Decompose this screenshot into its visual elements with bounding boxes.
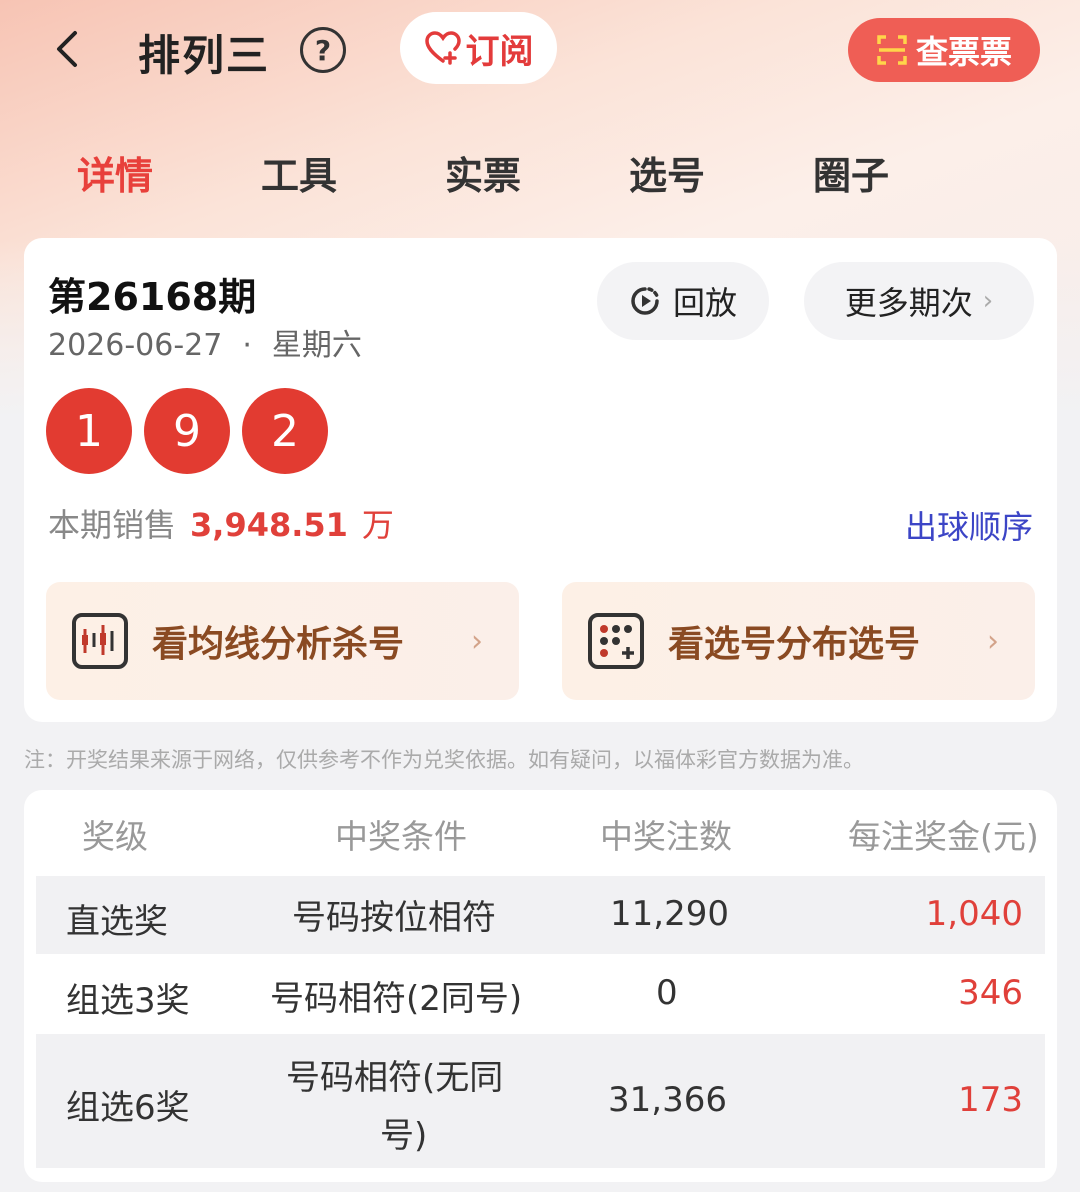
number-ball: 1: [46, 388, 132, 474]
chevron-left-icon: [57, 31, 77, 67]
prize-level: 组选6奖: [66, 1088, 190, 1128]
check-ticket-label: 查票票: [915, 33, 1012, 71]
promo-label: 看选号分布选号: [668, 624, 921, 665]
promo-label: 看均线分析杀号: [152, 624, 405, 665]
prize-level: 组选3奖: [66, 981, 190, 1021]
help-icon[interactable]: ?: [300, 27, 346, 73]
prize-condition: 号码按位相符: [292, 898, 496, 938]
table-row: 直选奖 号码按位相符 11,290 1,040: [36, 876, 1045, 954]
prize-amount: 1,040: [925, 894, 1023, 934]
winning-numbers: 1 9 2: [46, 388, 328, 474]
page-title: 排列三: [138, 31, 271, 80]
sales-unit: 万: [361, 506, 394, 544]
draw-weekday: 星期六: [271, 328, 362, 363]
tab-details[interactable]: 详情: [77, 145, 153, 200]
prize-amount: 173: [958, 1080, 1023, 1120]
back-button[interactable]: [44, 26, 90, 72]
number-ball: 9: [144, 388, 230, 474]
prize-table: 奖级 中奖条件 中奖注数 每注奖金(元) 直选奖 号码按位相符 11,290 1…: [24, 790, 1057, 1182]
header: 排列三 ? 订阅 查票票: [0, 0, 1080, 100]
chevron-right-icon: ›: [471, 623, 483, 659]
table-row: 组选6奖 号码相符(无同 号) 31,366 173: [36, 1034, 1045, 1168]
date-separator: ·: [242, 328, 252, 363]
number-ball: 2: [242, 388, 328, 474]
tab-circle[interactable]: 圈子: [813, 145, 889, 200]
prize-amount: 346: [958, 973, 1023, 1013]
more-periods-button[interactable]: 更多期次 ›: [804, 262, 1034, 340]
scan-icon: [877, 35, 907, 65]
replay-icon: [631, 287, 659, 315]
more-periods-label: 更多期次: [844, 284, 973, 322]
table-row: 组选3奖 号码相符(2同号) 0 346: [36, 954, 1045, 1034]
tab-tools[interactable]: 工具: [261, 145, 337, 200]
draw-result-card: 第26168期 2026-06-27 · 星期六 回放 更多期次 › 1 9 2 本…: [24, 238, 1057, 722]
prize-condition: 号码相符(2同号): [270, 979, 523, 1019]
winning-count: 11,290: [610, 894, 729, 934]
moving-average-analysis-banner[interactable]: 看均线分析杀号 ›: [46, 582, 519, 700]
dice-grid-icon: [588, 613, 644, 669]
draw-period: 第26168期: [48, 275, 257, 319]
tab-real-tickets[interactable]: 实票: [445, 145, 521, 200]
check-ticket-button[interactable]: 查票票: [848, 18, 1040, 82]
tab-bar: 详情 工具 实票 选号 圈子: [0, 145, 1080, 205]
table-header-count: 中奖注数: [600, 817, 732, 856]
draw-date-line: 2026-06-27 · 星期六: [48, 320, 362, 364]
chart-analysis-icon: [72, 613, 128, 669]
replay-label: 回放: [672, 284, 737, 322]
sales-value: 3,948.51: [190, 506, 348, 544]
prize-level: 直选奖: [66, 902, 168, 942]
winning-count: 0: [656, 973, 678, 1013]
number-distribution-banner[interactable]: 看选号分布选号 ›: [562, 582, 1035, 700]
winning-count: 31,366: [608, 1080, 727, 1120]
table-header-level: 奖级: [82, 817, 148, 856]
replay-button[interactable]: 回放: [597, 262, 769, 340]
subscribe-button[interactable]: 订阅: [400, 12, 557, 84]
prize-condition-line2: 号): [380, 1116, 428, 1156]
tab-number-picking[interactable]: 选号: [629, 145, 705, 200]
disclaimer-note: 注：开奖结果来源于网络，仅供参考不作为兑奖依据。如有疑问，以福体彩官方数据为准。: [24, 748, 864, 772]
table-header-condition: 中奖条件: [335, 817, 467, 856]
chevron-right-icon: ›: [987, 623, 999, 659]
chevron-right-icon: ›: [982, 286, 994, 316]
draw-order-link[interactable]: 出球顺序: [905, 502, 1033, 548]
subscribe-label: 订阅: [465, 31, 534, 72]
prize-condition-line1: 号码相符(无同: [286, 1058, 504, 1098]
draw-date: 2026-06-27: [48, 328, 223, 363]
table-header-amount: 每注奖金(元): [848, 817, 1039, 856]
sales-info: 本期销售 3,948.51 万: [48, 500, 394, 546]
sales-label: 本期销售: [48, 506, 177, 544]
heart-plus-icon: [424, 31, 461, 65]
